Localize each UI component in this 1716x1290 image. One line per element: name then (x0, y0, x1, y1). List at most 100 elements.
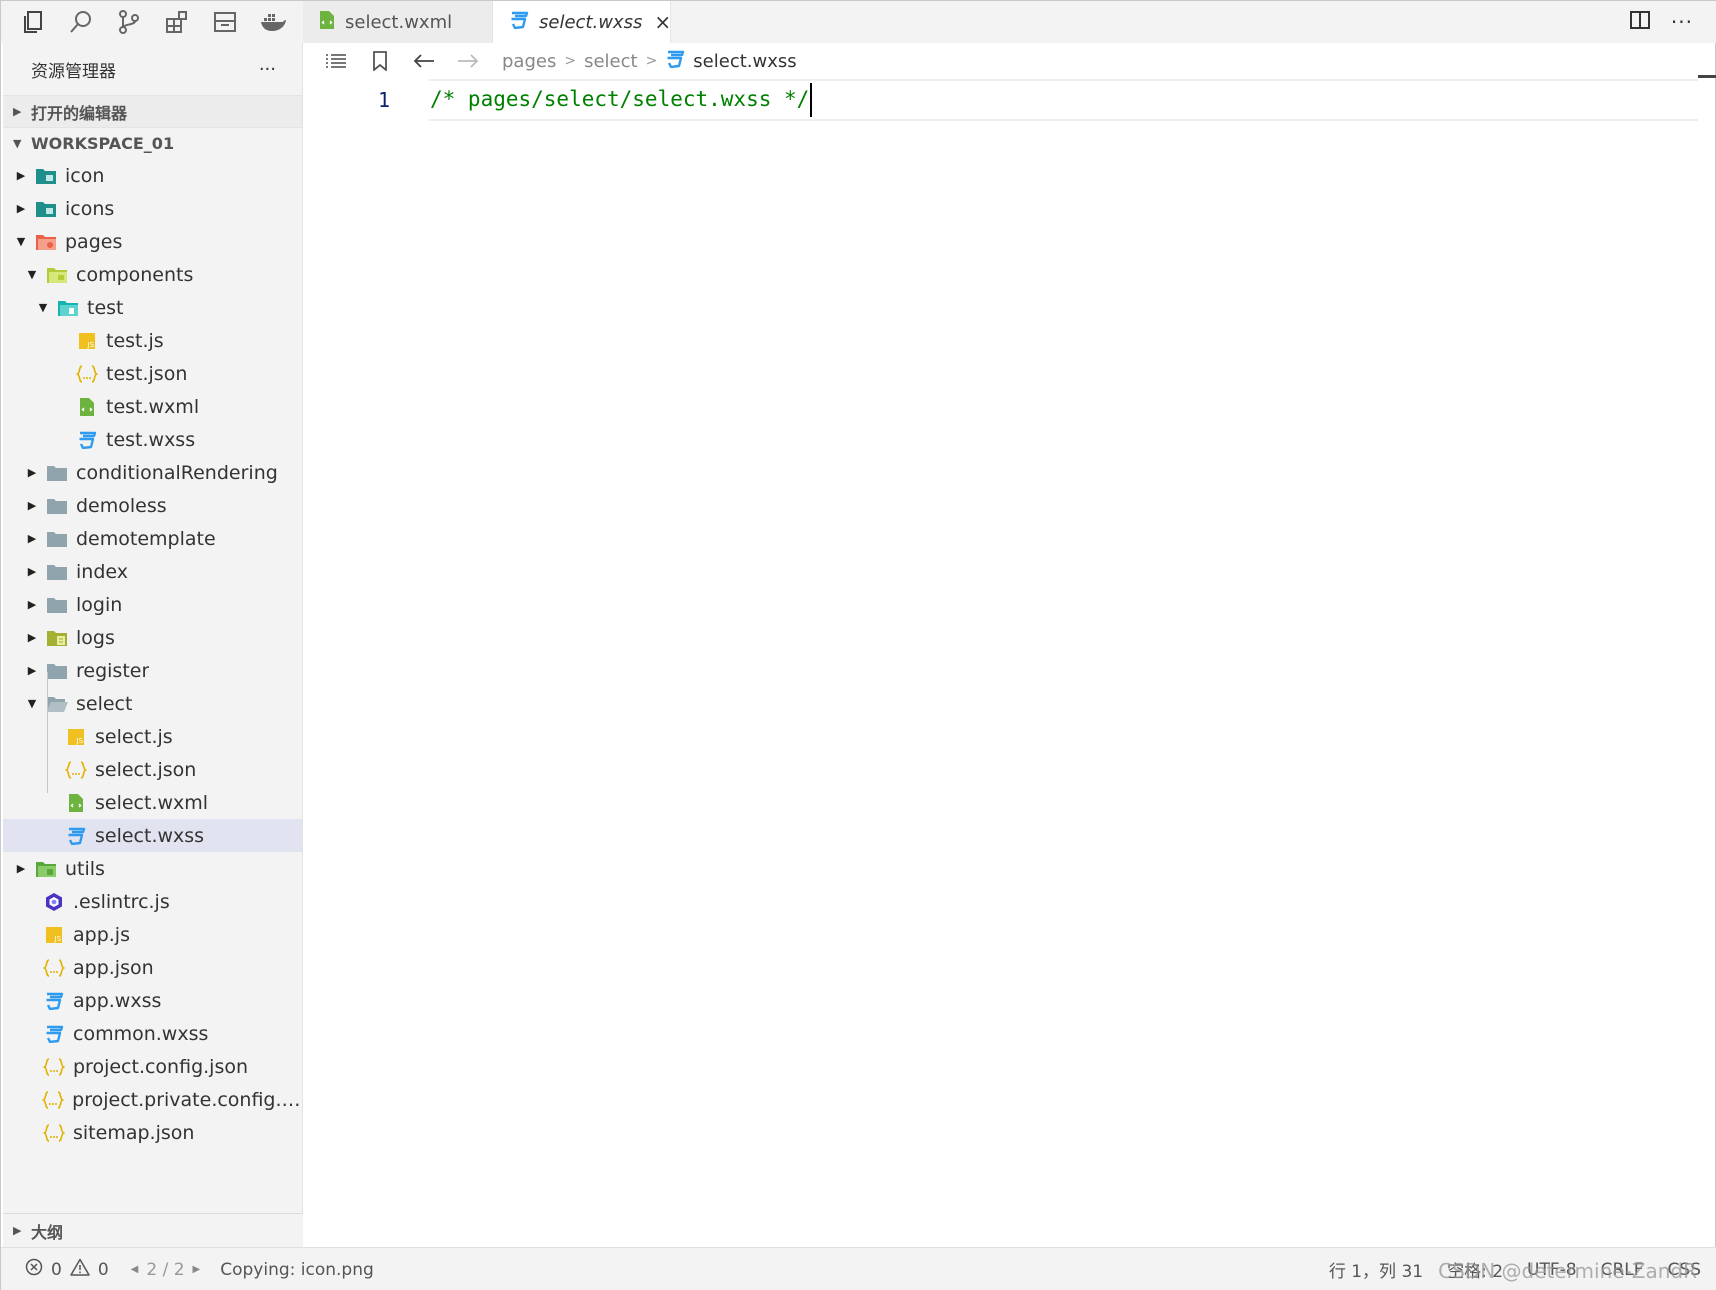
back-arrow-icon[interactable] (402, 43, 446, 79)
code-editor[interactable]: 1 /* pages/select/select.wxss */ (304, 75, 1716, 1247)
tree-folder-item[interactable]: ▶ icon (3, 159, 302, 192)
chevron-down-icon: ▼ (16, 235, 26, 248)
tree-file-item[interactable]: app.json (3, 951, 302, 984)
tree-folder-item[interactable]: ▼ components (3, 258, 302, 291)
json-file-icon (43, 1123, 65, 1143)
svg-text:JS: JS (54, 935, 62, 943)
tree-item-label: .eslintrc.js (73, 890, 170, 913)
tree-folder-item[interactable]: ▶ demotemplate (3, 522, 302, 555)
json-file-icon (43, 958, 65, 978)
tree-item-label: icons (65, 197, 115, 220)
tree-file-item[interactable]: project.config.json (3, 1050, 302, 1083)
warning-icon[interactable] (70, 1258, 90, 1281)
tree-file-item[interactable]: .eslintrc.js (3, 885, 302, 918)
tree-item-label: project.config.json (73, 1055, 249, 1078)
chevron-right-icon: ▶ (13, 105, 22, 118)
chevron-right-icon: ▶ (16, 862, 26, 875)
split-editor-icon[interactable] (1629, 10, 1651, 34)
wxml-file-icon (76, 397, 98, 417)
chevron-right-icon: ▶ (27, 565, 37, 578)
open-editors-section[interactable]: ▶ 打开的编辑器 (3, 95, 302, 127)
extensions-icon[interactable] (155, 1, 199, 43)
more-icon[interactable]: ··· (1671, 10, 1693, 34)
editor-tabs: select.wxml select.wxss × (303, 1, 671, 43)
explorer-icon[interactable] (11, 1, 55, 43)
cursor-position[interactable]: 行 1，列 31 (1329, 1257, 1423, 1282)
pager: 2 / 2 (146, 1259, 185, 1280)
tree-item-label: app.wxss (73, 989, 162, 1012)
tree-item-label: conditionalRendering (76, 461, 278, 484)
tree-folder-item[interactable]: ▶ index (3, 555, 302, 588)
folder-icon (46, 529, 68, 549)
chevron-right-icon: ▶ (13, 1224, 22, 1237)
warning-count[interactable]: 0 (98, 1260, 109, 1280)
error-count[interactable]: 0 (51, 1260, 62, 1280)
chevron-right-icon: > (645, 53, 658, 69)
tree-item-label: test.js (106, 329, 164, 352)
chevron-right-icon: ▶ (27, 664, 37, 677)
tree-file-item[interactable]: select.wxss (3, 819, 302, 852)
tree-item-label: test.json (106, 362, 188, 385)
tab-select-wxss[interactable]: select.wxss × (493, 1, 671, 43)
json-file-icon (76, 364, 98, 384)
close-icon[interactable]: × (654, 10, 671, 34)
tree-file-item[interactable]: sitemap.json (3, 1116, 302, 1149)
folder-icon (46, 265, 68, 285)
breadcrumb-tools (304, 43, 490, 79)
status-left: 0 0 ◀ 2 / 2 ▶ Copying: icon.png (1, 1258, 374, 1281)
outline-label: 大纲 (31, 1222, 64, 1242)
tree-item-label: select.wxss (95, 824, 205, 847)
explorer-more-icon[interactable]: ··· (259, 59, 276, 80)
source-control-icon[interactable] (107, 1, 151, 43)
search-icon[interactable] (59, 1, 103, 43)
tab-select-wxml[interactable]: select.wxml (303, 1, 493, 43)
layout-icon[interactable] (203, 1, 247, 43)
breadcrumb-item-select[interactable]: select (584, 51, 637, 72)
tree-file-item[interactable]: app.wxss (3, 984, 302, 1017)
tree-item-label: login (76, 593, 123, 616)
breadcrumb-item-pages[interactable]: pages (502, 51, 556, 72)
tree-file-item[interactable]: test.json (3, 357, 302, 390)
wxss-file-icon (43, 1024, 65, 1044)
tree-file-item[interactable]: test.wxml (3, 390, 302, 423)
folder-icon (46, 628, 68, 648)
chevron-down-icon: ▼ (27, 268, 37, 281)
caret-right-icon[interactable]: ▶ (193, 1264, 201, 1275)
tree-folder-item[interactable]: ▶ logs (3, 621, 302, 654)
tree-folder-item[interactable]: ▶ utils (3, 852, 302, 885)
tab-label: select.wxss (539, 11, 643, 33)
folder-icon (46, 562, 68, 582)
caret-left-icon[interactable]: ◀ (131, 1264, 139, 1275)
tree-item-label: index (76, 560, 128, 583)
bookmark-icon[interactable] (358, 43, 402, 79)
tree-file-item[interactable]: project.private.config.js... (3, 1083, 302, 1116)
folder-icon (46, 661, 68, 681)
code-text[interactable]: /* pages/select/select.wxss */ (430, 83, 813, 117)
breadcrumb-current-file[interactable]: select.wxss (693, 51, 796, 72)
tree-item-label: icon (65, 164, 105, 187)
scrollbar-marker[interactable] (1698, 75, 1716, 78)
wxml-file-icon (65, 793, 87, 813)
tree-file-item[interactable]: test.wxss (3, 423, 302, 456)
outline-section[interactable]: ▶ 大纲 (3, 1213, 303, 1247)
tree-folder-item[interactable]: ▶ conditionalRendering (3, 456, 302, 489)
docker-icon[interactable] (251, 1, 295, 43)
tree-folder-item[interactable]: ▶ icons (3, 192, 302, 225)
tree-folder-item[interactable]: ▼ pages (3, 225, 302, 258)
tree-folder-item[interactable]: ▶ login (3, 588, 302, 621)
folder-icon (35, 859, 57, 879)
outline-list-icon[interactable] (314, 43, 358, 79)
tree-file-item[interactable]: JS test.js (3, 324, 302, 357)
tree-file-item[interactable]: JS app.js (3, 918, 302, 951)
workspace-section[interactable]: ▼ WORKSPACE_01 (3, 127, 302, 159)
chevron-right-icon: ▶ (27, 466, 37, 479)
tree-folder-item[interactable]: ▼ test (3, 291, 302, 324)
code-line[interactable]: 1 /* pages/select/select.wxss */ (304, 79, 1698, 121)
activity-bar (1, 1, 303, 43)
tree-file-item[interactable]: common.wxss (3, 1017, 302, 1050)
error-icon[interactable] (25, 1258, 43, 1281)
tree-item-label: select.js (95, 725, 173, 748)
tree-folder-item[interactable]: ▶ demoless (3, 489, 302, 522)
json-file-icon (42, 1090, 65, 1110)
forward-arrow-icon[interactable] (446, 43, 490, 79)
